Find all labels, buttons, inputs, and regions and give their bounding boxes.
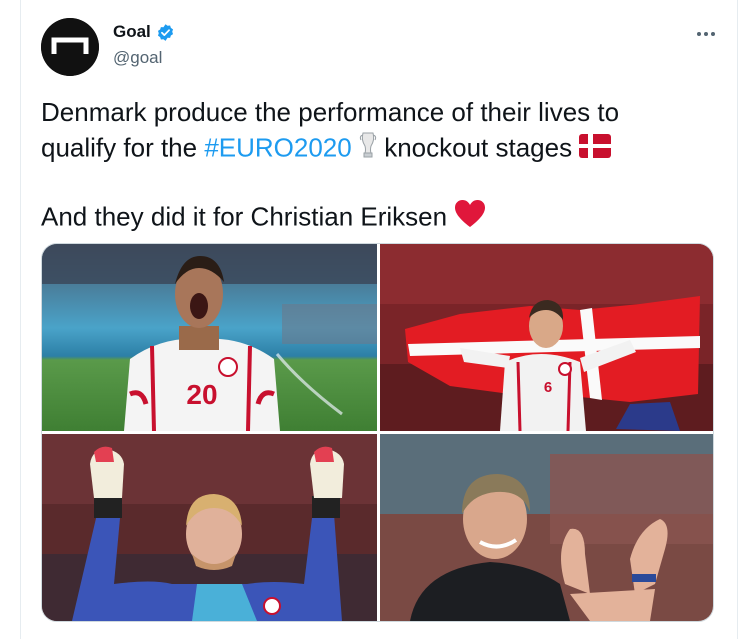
- verified-badge-icon: [156, 23, 175, 42]
- author-handle[interactable]: @goal: [113, 48, 162, 68]
- euro-trophy-icon: [359, 130, 377, 169]
- denmark-flag-icon: [579, 132, 612, 167]
- tweet-text-line-1: Denmark produce the performance of their…: [41, 97, 620, 127]
- tweet-text-line-2-prefix: qualify for the: [41, 132, 205, 163]
- more-dot-icon: [704, 32, 708, 36]
- goal-logo-icon: [41, 18, 99, 76]
- jersey-number: 20: [186, 379, 217, 410]
- more-options-button[interactable]: [689, 22, 723, 46]
- author-name-row: Goal: [113, 22, 175, 42]
- photo-player-20-celebrating[interactable]: 20: [42, 244, 377, 431]
- jersey-number: 6: [544, 379, 552, 396]
- photo-coach-applauding[interactable]: [380, 434, 713, 621]
- more-dot-icon: [711, 32, 715, 36]
- photo-player-6-with-flag[interactable]: 6: [380, 244, 713, 431]
- tweet-text: Denmark produce the performance of their…: [41, 95, 721, 238]
- tweet-card: Goal @goal Denmark produce the performan…: [20, 0, 738, 639]
- photo-goalkeeper-celebrating[interactable]: [42, 434, 377, 621]
- red-heart-icon: [454, 199, 486, 238]
- hashtag-link[interactable]: #EURO2020: [204, 132, 351, 162]
- more-dot-icon: [697, 32, 701, 36]
- tweet-text-line-3: And they did it for Christian Eriksen: [41, 199, 721, 238]
- tweet-text-line-2-suffix: knockout stages: [376, 132, 573, 163]
- tweet-text-line-3-text: And they did it for Christian Eriksen: [41, 201, 448, 232]
- author-display-name[interactable]: Goal: [113, 22, 151, 42]
- media-grid: 20 6: [41, 243, 714, 622]
- avatar[interactable]: [41, 18, 99, 76]
- tweet-text-line-2: qualify for the #EURO2020 knockout stage…: [41, 130, 721, 169]
